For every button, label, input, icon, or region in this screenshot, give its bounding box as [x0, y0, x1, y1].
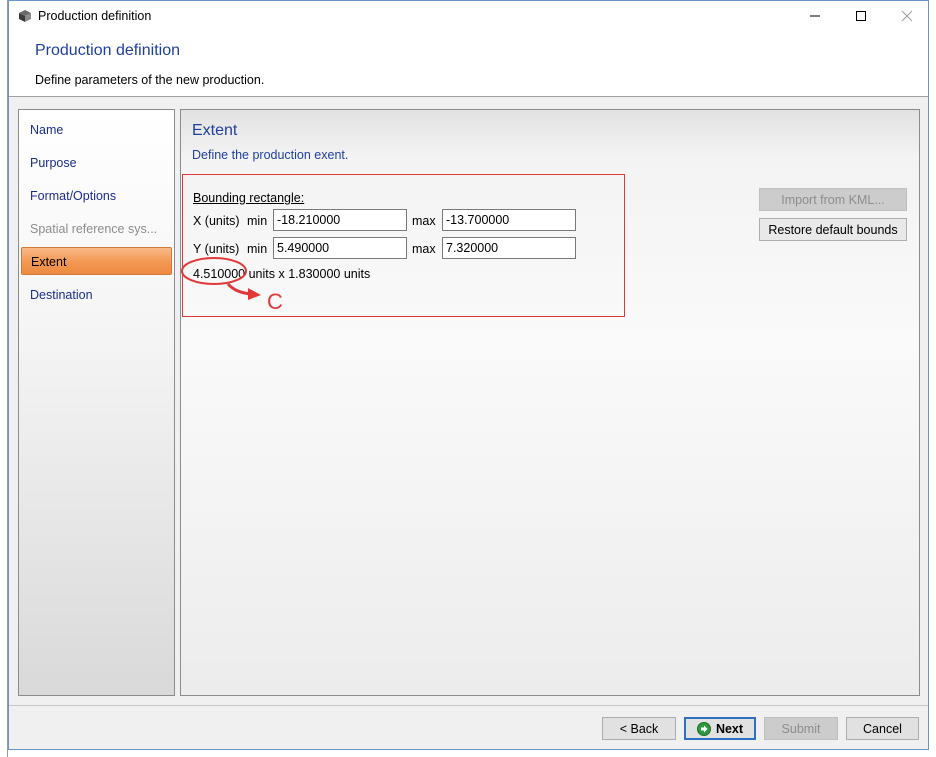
background-app-right-edge	[928, 0, 936, 757]
y-max-label: max	[412, 242, 436, 256]
extent-dimensions-text: 4.510000 units x 1.830000 units	[193, 267, 371, 281]
footer-divider	[9, 705, 928, 706]
y-min-label: min	[247, 242, 268, 256]
next-button-label: Next	[715, 721, 744, 736]
submit-button[interactable]: Submit	[764, 717, 838, 740]
panel-subtitle: Define the production exent.	[192, 148, 349, 162]
nav-item-purpose[interactable]: Purpose	[21, 149, 172, 177]
import-from-kml-button[interactable]: Import from KML...	[759, 188, 907, 211]
nav-item-format-options[interactable]: Format/Options	[21, 182, 172, 210]
app-cube-icon	[19, 10, 31, 22]
bounding-rectangle-label: Bounding rectangle:	[193, 191, 305, 205]
y-min-input[interactable]	[273, 237, 407, 259]
maximize-button[interactable]	[838, 1, 884, 31]
x-units-label: X (units)	[193, 214, 240, 228]
x-min-label: min	[247, 214, 268, 228]
nav-item-name[interactable]: Name	[21, 116, 172, 144]
cancel-button[interactable]: Cancel	[846, 717, 919, 740]
next-button[interactable]: Next	[684, 717, 756, 740]
x-max-input[interactable]	[442, 209, 576, 231]
header-subtitle: Define parameters of the new production.	[35, 73, 265, 87]
close-button[interactable]	[884, 1, 930, 31]
minimize-icon	[810, 15, 820, 17]
x-min-input[interactable]	[273, 209, 407, 231]
dialog-header: Production definition Define parameters …	[9, 31, 928, 97]
nav-item-spatial-reference: Spatial reference sys...	[30, 222, 158, 236]
window-title: Production definition	[38, 9, 152, 23]
y-max-input[interactable]	[442, 237, 576, 259]
next-arrow-icon	[696, 721, 711, 736]
header-title: Production definition	[35, 42, 180, 59]
title-bar: Production definition	[9, 1, 928, 31]
restore-default-bounds-button[interactable]: Restore default bounds	[759, 218, 907, 241]
x-max-label: max	[412, 214, 436, 228]
wizard-steps-nav: Name Purpose Format/Options Spatial refe…	[18, 109, 175, 696]
extent-panel: Extent Define the production exent. Boun…	[180, 109, 920, 696]
bounding-rectangle-group: Bounding rectangle: X (units) min max Y …	[182, 174, 625, 317]
production-definition-dialog: Production definition Production definit…	[8, 0, 929, 750]
back-button[interactable]: < Back	[602, 717, 676, 740]
background-app-left-edge	[0, 0, 8, 757]
close-icon	[901, 10, 913, 22]
nav-item-extent[interactable]: Extent	[21, 247, 172, 275]
panel-title: Extent	[192, 122, 238, 139]
nav-item-destination[interactable]: Destination	[21, 281, 172, 309]
maximize-icon	[856, 11, 866, 21]
y-units-label: Y (units)	[193, 242, 240, 256]
minimize-button[interactable]	[792, 1, 838, 31]
